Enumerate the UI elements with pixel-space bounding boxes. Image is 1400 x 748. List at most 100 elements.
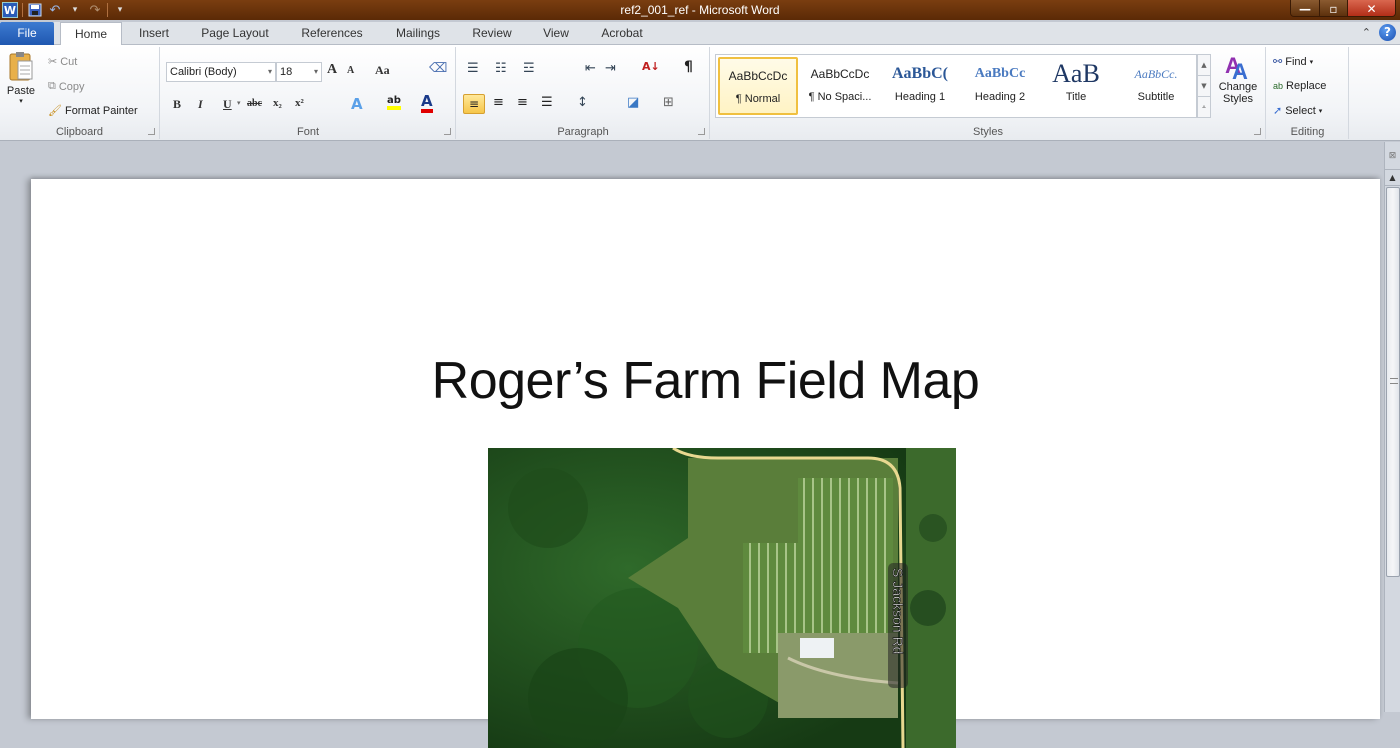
find-dropdown-icon[interactable]: ▾ xyxy=(1310,58,1314,66)
shading-icon[interactable]: ◪ xyxy=(627,95,639,110)
font-group-label: Font xyxy=(296,126,319,138)
editing-group: ⚯ Find ▾ ab Replace ➚ Select ▾ Editing xyxy=(1267,47,1349,139)
clipboard-group: Paste ▾ ✂ Cut ⧉ Copy 🖌 Format Painter Clipb… xyxy=(0,47,160,139)
ruler-toggle-icon[interactable]: ⊠ xyxy=(1385,142,1400,170)
copy-label: Copy xyxy=(58,80,85,93)
tab-view[interactable]: View xyxy=(535,22,577,45)
change-styles-button[interactable]: AA Change Styles xyxy=(1213,51,1263,105)
cut-button[interactable]: ✂ Cut xyxy=(48,55,77,69)
styles-scroll-down-icon[interactable]: ▼ xyxy=(1198,76,1210,97)
increase-indent-icon[interactable]: ⇥ xyxy=(605,61,616,76)
style-name: Heading 1 xyxy=(894,91,946,103)
style-heading-1[interactable]: AaBbC( Heading 1 xyxy=(880,57,960,115)
change-styles-icon: AA xyxy=(1225,53,1248,81)
strikethrough-icon[interactable]: abc xyxy=(247,98,262,109)
minimize-ribbon-icon[interactable]: ⌃ xyxy=(1362,26,1371,39)
style-preview: AaB xyxy=(1052,59,1100,88)
font-group: Calibri (Body) ▾ 18 ▾ A A Aa ⌫ B I U ▾ abc… xyxy=(161,47,456,139)
find-button[interactable]: ⚯ Find ▾ xyxy=(1273,55,1314,69)
scroll-up-icon[interactable]: ▲ xyxy=(1385,170,1400,186)
select-dropdown-icon[interactable]: ▾ xyxy=(1319,107,1323,115)
close-button[interactable]: ✕ xyxy=(1347,0,1395,16)
font-color-icon[interactable]: A xyxy=(421,93,433,113)
sort-icon[interactable]: A↓ xyxy=(642,60,660,73)
styles-more-icon[interactable]: ⩡ xyxy=(1198,97,1210,118)
line-spacing-icon[interactable]: ↕ xyxy=(577,95,588,110)
underline-dropdown-icon[interactable]: ▾ xyxy=(237,99,241,107)
align-left-icon[interactable]: ≡ xyxy=(463,94,485,114)
style-normal[interactable]: AaBbCcDc ¶ Normal xyxy=(718,57,798,115)
styles-scroll-up-icon[interactable]: ▲ xyxy=(1198,55,1210,76)
subscript-icon[interactable]: x₂ xyxy=(273,97,282,109)
clipboard-dialog-launcher[interactable] xyxy=(148,128,155,135)
style-title[interactable]: AaB Title xyxy=(1036,57,1116,115)
change-case-icon[interactable]: Aa xyxy=(375,63,390,78)
borders-icon[interactable]: ⊞ xyxy=(663,95,674,110)
copy-button[interactable]: ⧉ Copy xyxy=(48,80,85,93)
shrink-font-icon[interactable]: A xyxy=(347,65,354,76)
farm-aerial-image[interactable]: S Jackson Rd xyxy=(488,448,956,748)
style-heading-2[interactable]: AaBbCc Heading 2 xyxy=(960,57,1040,115)
text-effects-icon[interactable]: A xyxy=(351,95,363,113)
help-icon[interactable]: ? xyxy=(1379,24,1396,41)
grow-font-icon[interactable]: A xyxy=(327,62,337,78)
highlight-icon[interactable]: ab xyxy=(387,95,401,110)
format-painter-button[interactable]: 🖌 Format Painter xyxy=(48,104,138,118)
minimize-button[interactable]: — xyxy=(1291,0,1319,16)
replace-button[interactable]: ab Replace xyxy=(1273,80,1326,92)
tab-page-layout[interactable]: Page Layout xyxy=(192,22,278,45)
tab-references[interactable]: References xyxy=(292,22,372,45)
style-preview: AaBbC( xyxy=(891,65,948,82)
select-button[interactable]: ➚ Select ▾ xyxy=(1273,104,1323,118)
style-name: Title xyxy=(1065,91,1087,103)
justify-icon[interactable]: ☰ xyxy=(541,95,553,110)
tab-file[interactable]: File xyxy=(0,22,54,45)
paste-button[interactable]: Paste ▾ xyxy=(4,51,38,105)
window-title: ref2_001_ref - Microsoft Word xyxy=(620,3,780,17)
tab-mailings[interactable]: Mailings xyxy=(386,22,450,45)
tab-acrobat[interactable]: Acrobat xyxy=(592,22,652,45)
tab-home[interactable]: Home xyxy=(60,22,122,46)
bullets-icon[interactable]: ☰ xyxy=(467,61,479,76)
document-title: Roger’s Farm Field Map xyxy=(431,352,980,410)
styles-dialog-launcher[interactable] xyxy=(1254,128,1261,135)
ribbon-tabs: File Home Insert Page Layout References … xyxy=(0,22,1400,46)
font-name-value: Calibri (Body) xyxy=(170,66,237,78)
format-painter-icon: 🖌 xyxy=(48,105,62,117)
font-dialog-launcher[interactable] xyxy=(444,128,451,135)
select-label: Select xyxy=(1285,104,1316,117)
italic-icon[interactable]: I xyxy=(198,97,203,112)
paragraph-dialog-launcher[interactable] xyxy=(698,128,705,135)
bold-icon[interactable]: B xyxy=(173,97,181,112)
style-preview: AaBbCcDc xyxy=(810,67,870,81)
tab-insert[interactable]: Insert xyxy=(127,22,181,45)
vertical-scrollbar[interactable]: ⊠ ▲ xyxy=(1384,142,1400,712)
font-size-dropdown-icon[interactable]: ▾ xyxy=(314,63,318,81)
font-name-combo[interactable]: Calibri (Body) ▾ xyxy=(166,62,276,82)
style-preview: AaBbCc xyxy=(974,66,1026,81)
tab-review[interactable]: Review xyxy=(465,22,519,45)
numbering-icon[interactable]: ☷ xyxy=(495,61,507,76)
font-size-combo[interactable]: 18 ▾ xyxy=(276,62,322,82)
scrollbar-thumb[interactable] xyxy=(1386,187,1400,577)
document-page[interactable]: Roger’s Farm Field Map S Jackson Rd xyxy=(31,179,1380,748)
font-name-dropdown-icon[interactable]: ▾ xyxy=(268,63,272,81)
style-no-spacing[interactable]: AaBbCcDc ¶ No Spaci... xyxy=(800,57,880,115)
multilevel-list-icon[interactable]: ☲ xyxy=(523,61,535,76)
clear-formatting-icon[interactable]: ⌫ xyxy=(429,61,447,76)
show-formatting-icon[interactable]: ¶ xyxy=(684,59,693,75)
superscript-icon[interactable]: x² xyxy=(295,97,304,109)
underline-icon[interactable]: U xyxy=(223,97,232,112)
decrease-indent-icon[interactable]: ⇤ xyxy=(585,61,596,76)
paste-dropdown-icon[interactable]: ▾ xyxy=(19,97,23,105)
styles-group-label: Styles xyxy=(973,126,1003,138)
style-subtitle[interactable]: AaBbCc. Subtitle xyxy=(1116,57,1196,115)
clipboard-group-label: Clipboard xyxy=(55,126,104,138)
cut-icon: ✂ xyxy=(48,56,58,68)
align-right-icon[interactable]: ≡ xyxy=(517,95,528,110)
window-controls: — ▫ ✕ xyxy=(1290,0,1396,17)
restore-button[interactable]: ▫ xyxy=(1319,0,1347,16)
scroll-grip-icon xyxy=(1390,378,1398,384)
svg-text:A: A xyxy=(1232,59,1248,81)
align-center-icon[interactable]: ≡ xyxy=(493,95,504,110)
